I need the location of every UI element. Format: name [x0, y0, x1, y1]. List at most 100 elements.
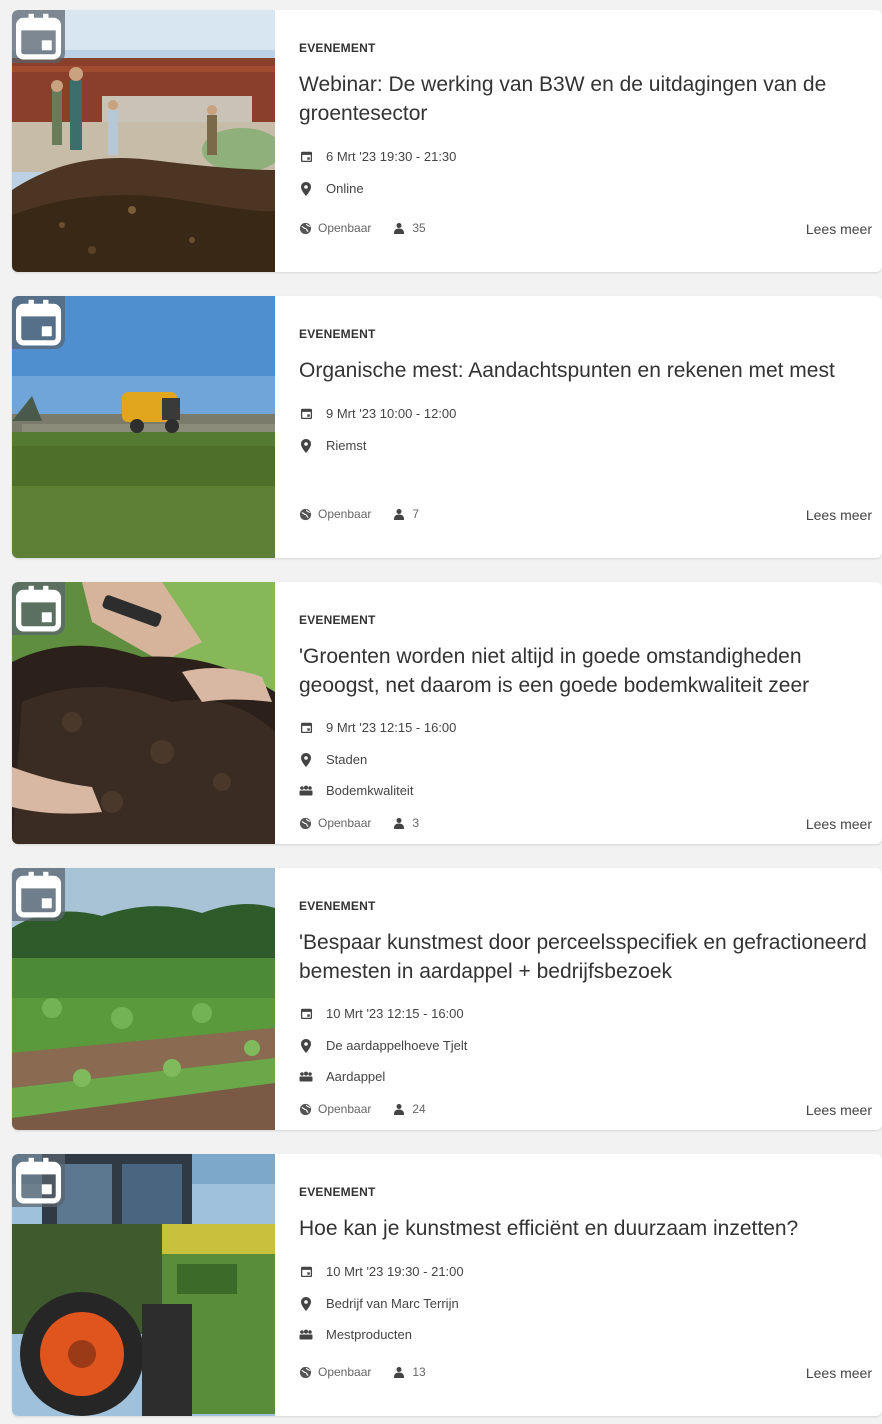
map-pin-icon: [299, 438, 313, 453]
attendee-number: 3: [412, 816, 420, 830]
event-card[interactable]: EVENEMENT 'Groenten worden niet altijd i…: [12, 582, 882, 844]
event-location: Riemst: [326, 438, 367, 453]
event-footer: Openbaar 3: [299, 816, 872, 830]
attendee-number: 24: [412, 1102, 426, 1116]
visibility-label: Openbaar: [318, 1102, 372, 1116]
visibility-label: Openbaar: [318, 221, 372, 235]
read-more-link[interactable]: Lees meer: [806, 1102, 872, 1118]
event-image[interactable]: [12, 868, 275, 1130]
attendee-count: 3: [393, 816, 419, 830]
event-image[interactable]: [12, 582, 275, 844]
event-topic: Aardappel: [326, 1069, 386, 1084]
event-image[interactable]: [12, 1154, 275, 1416]
event-title[interactable]: 'Groenten worden niet altijd in goede om…: [299, 642, 872, 700]
event-card[interactable]: EVENEMENT Hoe kan je kunstmest efficiënt…: [12, 1154, 882, 1416]
event-card[interactable]: EVENEMENT Organische mest: Aandachtspunt…: [12, 296, 882, 558]
group-icon: [299, 1328, 313, 1342]
read-more-link[interactable]: Lees meer: [806, 221, 872, 237]
event-type: EVENEMENT: [299, 899, 376, 913]
map-pin-icon: [299, 752, 313, 767]
event-title[interactable]: Webinar: De werking van B3W en de uitdag…: [299, 70, 872, 128]
event-content: EVENEMENT Organische mest: Aandachtspunt…: [299, 296, 872, 558]
visibility: Openbaar: [299, 221, 371, 235]
calendar-icon: [299, 1007, 313, 1021]
event-title[interactable]: Hoe kan je kunstmest efficiënt en duurza…: [299, 1214, 872, 1243]
visibility: Openbaar: [299, 816, 371, 830]
event-image[interactable]: [12, 296, 275, 558]
attendee-number: 35: [412, 221, 426, 235]
event-location-row: Riemst: [299, 438, 366, 453]
person-icon: [393, 1365, 407, 1379]
map-pin-icon: [299, 1296, 313, 1311]
calendar-icon: [15, 1157, 62, 1204]
globe-icon: [299, 816, 313, 830]
event-date-row: 10 Mrt '23 19:30 - 21:00: [299, 1264, 464, 1279]
event-content: EVENEMENT Hoe kan je kunstmest efficiënt…: [299, 1154, 872, 1416]
event-date-row: 9 Mrt '23 10:00 - 12:00: [299, 406, 456, 421]
event-location: De aardappelhoeve Tjelt: [326, 1038, 468, 1053]
attendee-count: 13: [393, 1365, 426, 1379]
event-title[interactable]: Organische mest: Aandachtspunten en reke…: [299, 356, 872, 385]
read-more-link[interactable]: Lees meer: [806, 507, 872, 523]
event-date-row: 9 Mrt '23 12:15 - 16:00: [299, 720, 456, 735]
person-icon: [393, 816, 407, 830]
event-image[interactable]: [12, 10, 275, 272]
globe-icon: [299, 507, 313, 521]
calendar-badge: [12, 582, 65, 635]
person-icon: [393, 221, 407, 235]
event-title[interactable]: 'Bespaar kunstmest door perceelsspecifie…: [299, 928, 872, 986]
group-icon: [299, 784, 313, 798]
event-footer: Openbaar 24: [299, 1102, 872, 1116]
visibility: Openbaar: [299, 507, 371, 521]
attendee-count: 7: [393, 507, 419, 521]
event-footer: Openbaar 13: [299, 1365, 872, 1379]
event-location: Online: [326, 181, 364, 196]
calendar-icon: [299, 407, 313, 421]
event-card[interactable]: EVENEMENT 'Bespaar kunstmest door percee…: [12, 868, 882, 1130]
event-type: EVENEMENT: [299, 613, 376, 627]
calendar-badge: [12, 1154, 65, 1207]
event-content: EVENEMENT 'Bespaar kunstmest door percee…: [299, 868, 872, 1130]
event-footer: Openbaar 35: [299, 221, 872, 235]
calendar-icon: [299, 1265, 313, 1279]
visibility-label: Openbaar: [318, 507, 372, 521]
event-date: 6 Mrt '23 19:30 - 21:30: [326, 149, 457, 164]
event-topic-row: Bodemkwaliteit: [299, 783, 413, 798]
event-location-row: Online: [299, 181, 364, 196]
event-content: EVENEMENT 'Groenten worden niet altijd i…: [299, 582, 872, 844]
calendar-icon: [15, 871, 62, 918]
event-date: 9 Mrt '23 12:15 - 16:00: [326, 720, 457, 735]
event-content: EVENEMENT Webinar: De werking van B3W en…: [299, 10, 872, 272]
attendee-count: 35: [393, 221, 426, 235]
visibility-label: Openbaar: [318, 816, 372, 830]
calendar-badge: [12, 10, 65, 63]
calendar-icon: [299, 721, 313, 735]
event-date-row: 10 Mrt '23 12:15 - 16:00: [299, 1006, 464, 1021]
event-card[interactable]: EVENEMENT Webinar: De werking van B3W en…: [12, 10, 882, 272]
calendar-badge: [12, 868, 65, 921]
event-date-row: 6 Mrt '23 19:30 - 21:30: [299, 149, 456, 164]
event-location: Staden: [326, 752, 368, 767]
attendee-count: 24: [393, 1102, 426, 1116]
event-topic: Mestproducten: [326, 1327, 412, 1342]
attendee-number: 7: [412, 507, 420, 521]
read-more-link[interactable]: Lees meer: [806, 1365, 872, 1381]
event-type: EVENEMENT: [299, 41, 376, 55]
globe-icon: [299, 221, 313, 235]
event-location-row: Bedrijf van Marc Terrijn: [299, 1296, 459, 1311]
calendar-icon: [299, 150, 313, 164]
event-date: 9 Mrt '23 10:00 - 12:00: [326, 406, 457, 421]
globe-icon: [299, 1365, 313, 1379]
event-date: 10 Mrt '23 12:15 - 16:00: [326, 1006, 464, 1021]
read-more-link[interactable]: Lees meer: [806, 816, 872, 832]
calendar-icon: [15, 13, 62, 60]
event-type: EVENEMENT: [299, 1185, 376, 1199]
event-topic: Bodemkwaliteit: [326, 783, 414, 798]
event-location-row: De aardappelhoeve Tjelt: [299, 1038, 467, 1053]
calendar-icon: [15, 585, 62, 632]
person-icon: [393, 507, 407, 521]
event-topic-row: Aardappel: [299, 1069, 385, 1084]
calendar-icon: [15, 299, 62, 346]
event-date: 10 Mrt '23 19:30 - 21:00: [326, 1264, 464, 1279]
calendar-badge: [12, 296, 65, 349]
